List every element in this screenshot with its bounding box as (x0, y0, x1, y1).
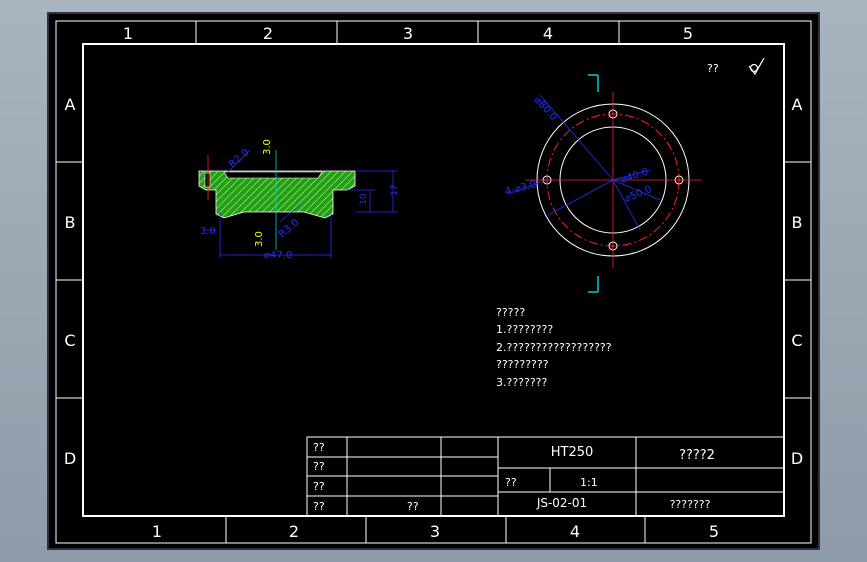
notes-line-4: 3.??????? (496, 376, 548, 389)
tb-row-label-3: ?? (313, 480, 325, 493)
tb-mid-label: ?? (407, 500, 419, 513)
border-bottom-5: 5 (709, 522, 719, 541)
border-left-a: A (65, 95, 76, 114)
border-bottom-1: 1 (152, 522, 162, 541)
tb-row-label-2: ?? (313, 460, 325, 473)
border-bottom-3: 3 (430, 522, 440, 541)
notes-line-2: 2.?????????????????? (496, 341, 612, 354)
border-right-a: A (792, 95, 803, 114)
border-bottom-4: 4 (570, 522, 580, 541)
border-top-1: 1 (123, 24, 133, 43)
notes-line-3: ????????? (496, 358, 549, 371)
dim-h17: 17 (390, 185, 400, 196)
roughness-label: ?? (707, 62, 719, 75)
border-top-4: 4 (543, 24, 553, 43)
tb-row-label-1: ?? (313, 441, 325, 454)
border-right-d: D (791, 449, 803, 468)
border-left-d: D (64, 449, 76, 468)
cad-drawing-canvas: 1 2 3 4 5 1 2 3 4 5 A B C D A B C D ?? R… (47, 12, 820, 550)
border-top-5: 5 (683, 24, 693, 43)
dim-top-3: 3.0 (262, 139, 273, 155)
tb-scale-label: ?? (505, 476, 517, 489)
tb-material: HT250 (551, 445, 594, 460)
border-bottom-2: 2 (289, 522, 299, 541)
dim-bottom-3: 3.0 (254, 231, 265, 247)
border-left-b: B (65, 213, 76, 232)
dim-left-3: 3.0 (200, 226, 216, 237)
border-right-b: B (792, 213, 803, 232)
tb-drawing-no: JS-02-01 (536, 496, 587, 510)
tb-part-name: ????2 (679, 448, 715, 463)
dim-h10: 10 (359, 193, 369, 205)
border-top-2: 2 (263, 24, 273, 43)
drawing-sheet (47, 12, 820, 550)
border-top-3: 3 (403, 24, 413, 43)
tb-scale-value: 1:1 (580, 476, 598, 489)
tb-row-label-4: ?? (313, 500, 325, 513)
section-recess (223, 171, 323, 179)
notes-title: ????? (496, 306, 525, 319)
notes-line-1: 1.???????? (496, 323, 553, 336)
dim-dia47: ⌀47.0 (264, 250, 292, 261)
border-left-c: C (64, 331, 75, 350)
tb-company: ??????? (670, 498, 711, 511)
border-right-c: C (791, 331, 802, 350)
section-bore (204, 172, 211, 188)
